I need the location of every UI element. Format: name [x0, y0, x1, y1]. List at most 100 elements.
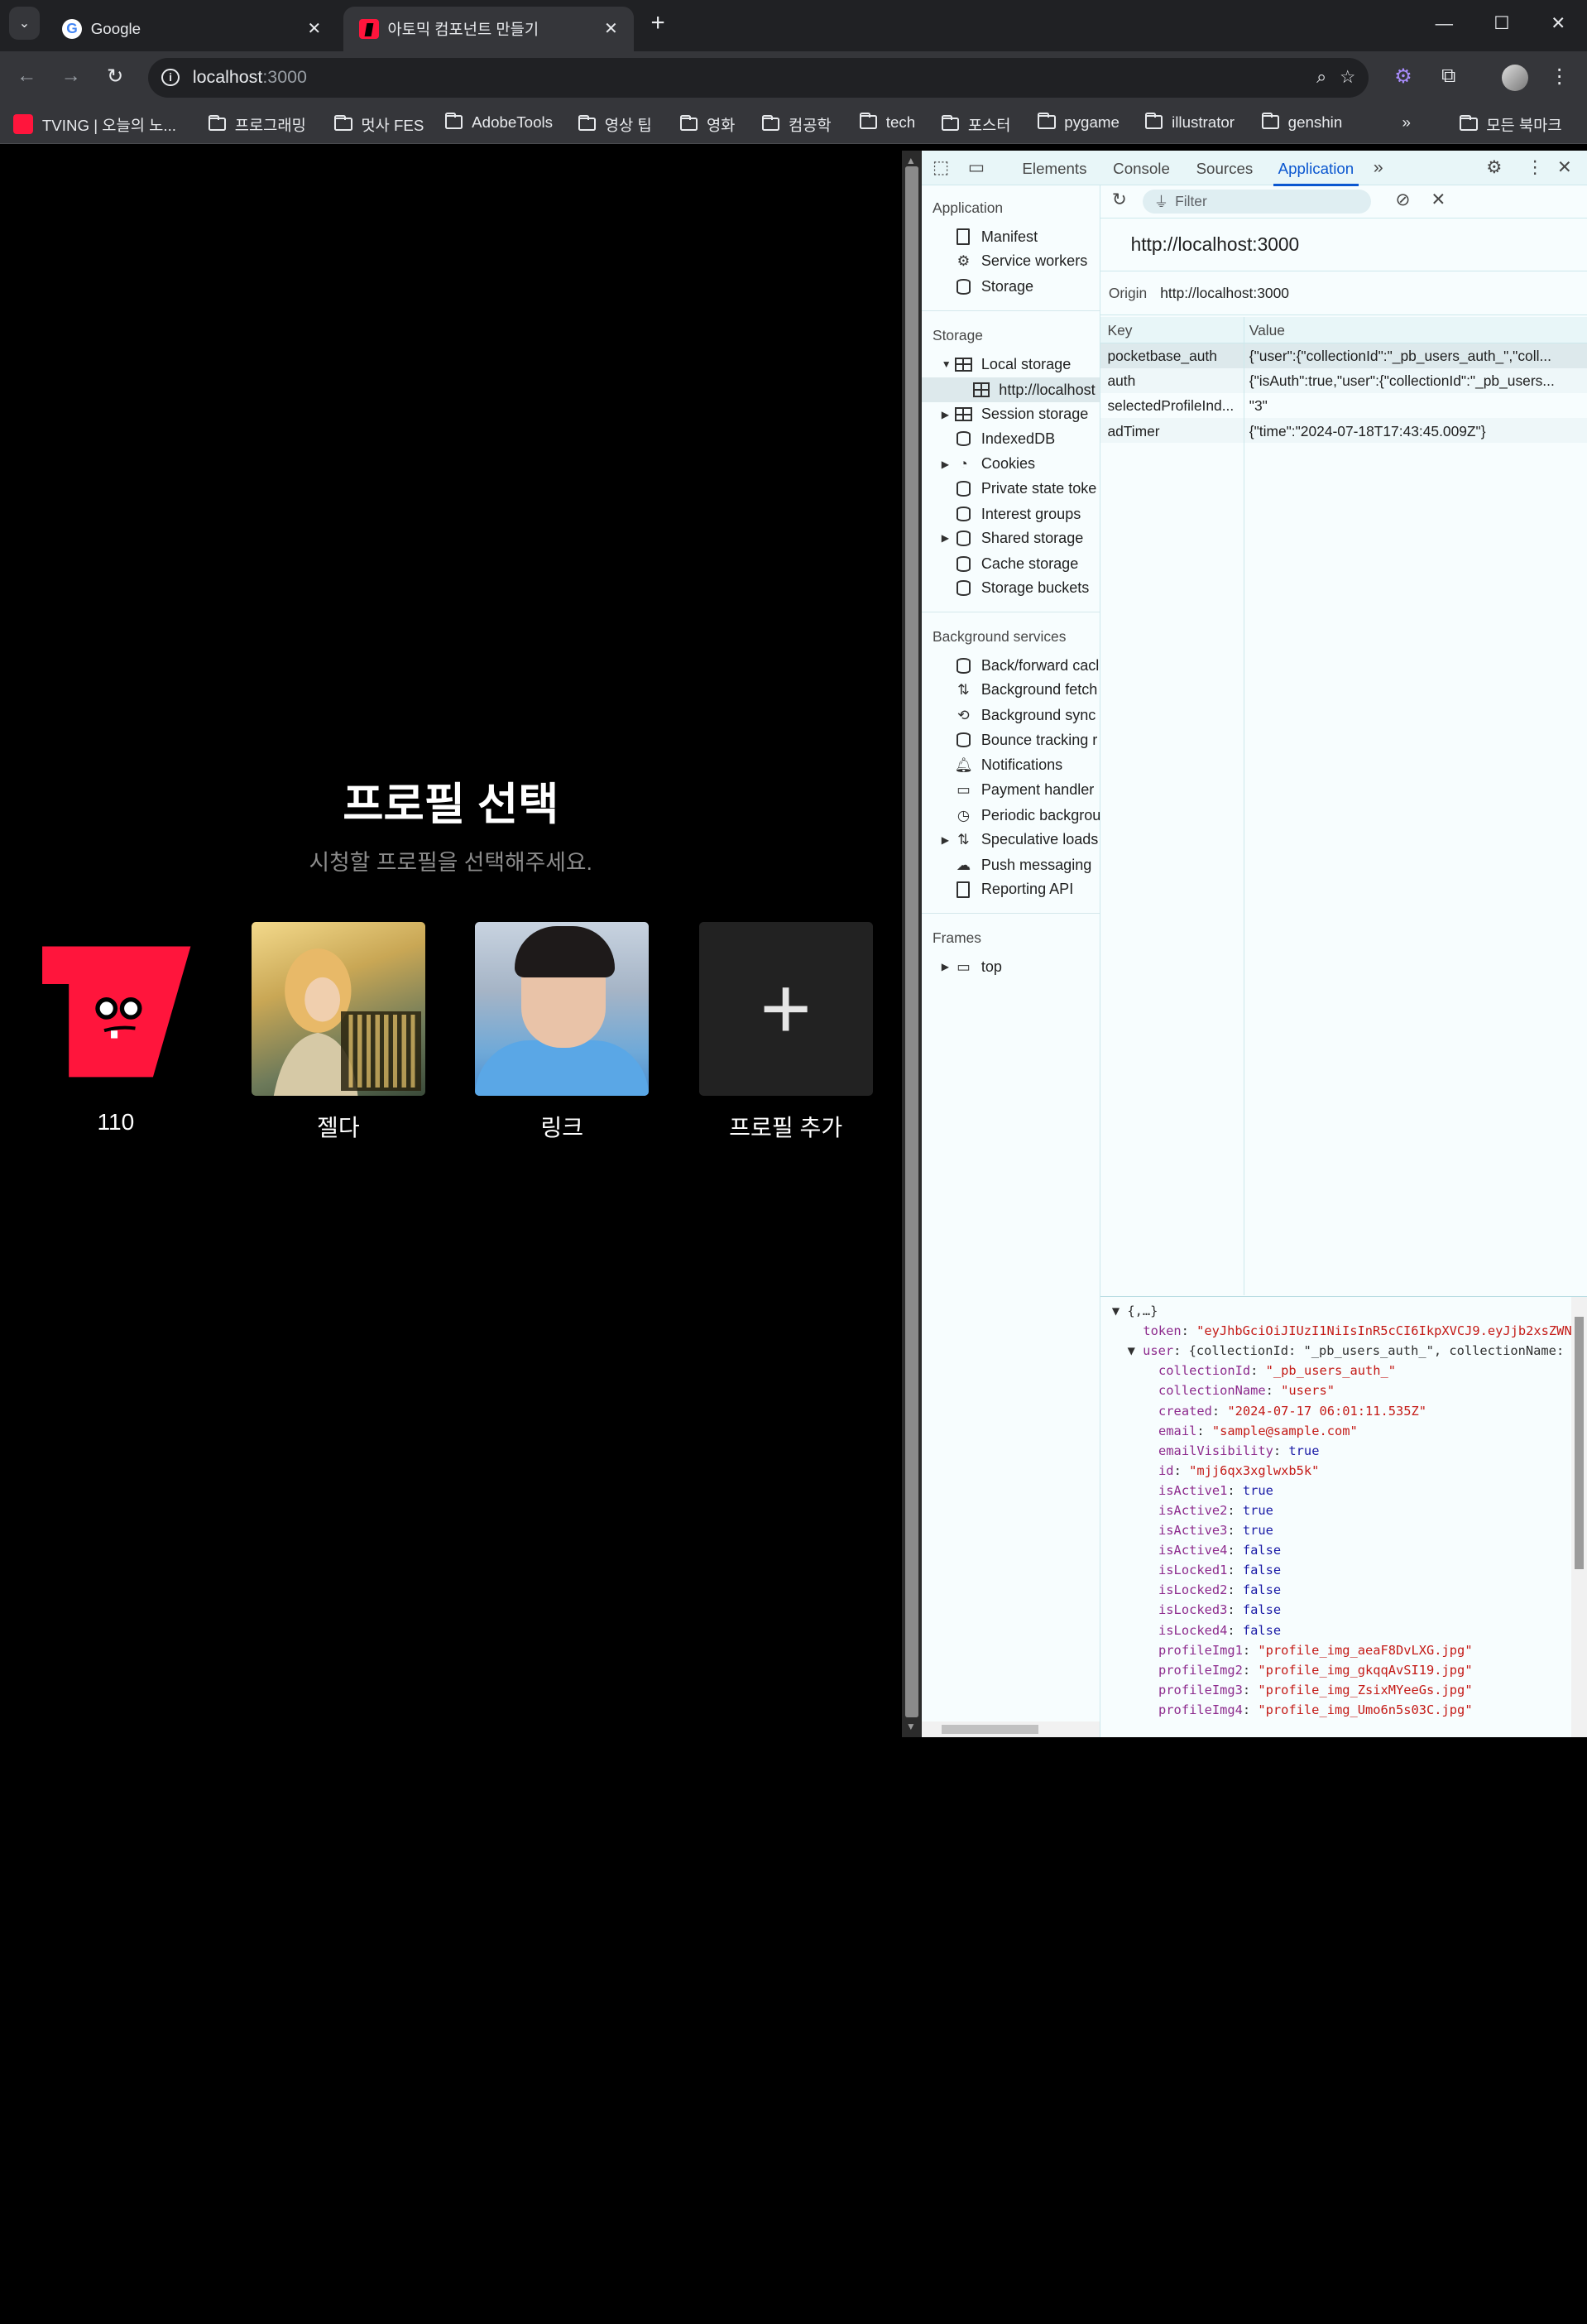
reload-icon[interactable]: ↻ [102, 65, 128, 89]
close-tab-icon[interactable]: ✕ [307, 18, 321, 39]
profile-card-110[interactable]: 110 [29, 922, 203, 1136]
refresh-icon[interactable]: ↻ [1112, 190, 1127, 210]
device-toolbar-icon[interactable]: ▭ [968, 157, 985, 178]
sidebar-item-cache-storage[interactable]: Cache storage [955, 555, 1078, 573]
add-profile-button[interactable]: + 프로필 추가 [698, 921, 873, 1143]
more-tabs-icon[interactable]: » [1374, 157, 1383, 178]
table-row[interactable]: auth {"isAuth":true,"user":{"collectionId… [1100, 368, 1587, 394]
site-info-icon[interactable]: i [161, 68, 180, 87]
sidebar-item-bounce-tracking[interactable]: Bounce tracking r [955, 731, 1097, 748]
bookmark-folder[interactable]: tech [859, 113, 915, 132]
table-row[interactable]: pocketbase_auth {"user":{"collectionId":"… [1100, 343, 1587, 369]
collapsed-triangle-icon[interactable]: ▶ [942, 532, 949, 544]
extensions-puzzle-icon[interactable]: ⧉ [1436, 65, 1462, 88]
sidebar-item-service-workers[interactable]: ⚙ Service workers [955, 252, 1088, 270]
new-tab-button[interactable]: + [645, 9, 671, 37]
sidebar-item-manifest[interactable]: Manifest [955, 228, 1038, 246]
bookmark-folder[interactable]: AdobeTools [445, 113, 553, 132]
sidebar-item-speculative-loads[interactable]: ▶ ⇅ Speculative loads [942, 831, 1099, 848]
bookmark-folder[interactable]: 멋사 FES [334, 113, 424, 136]
close-devtools-icon[interactable]: ✕ [1557, 157, 1572, 178]
scroll-down-icon[interactable]: ▼ [906, 1721, 916, 1732]
bookmark-star-icon[interactable]: ☆ [1340, 67, 1355, 88]
sidebar-item-back-forward-cache[interactable]: Back/forward cacl [955, 657, 1099, 675]
back-icon[interactable]: ← [13, 65, 40, 88]
sidebar-item-storage-buckets[interactable]: Storage buckets [955, 579, 1089, 597]
column-header-value[interactable]: Value [1249, 322, 1285, 339]
minimize-icon[interactable]: — [1431, 13, 1457, 34]
tab-google[interactable]: G Google ✕ [46, 7, 337, 51]
sidebar-item-local-storage[interactable]: ▼ Local storage [942, 356, 1072, 373]
scrollbar-thumb[interactable] [1575, 1317, 1585, 1570]
filter-input[interactable]: ⏚ Filter [1143, 189, 1372, 214]
scroll-up-icon[interactable]: ▲ [906, 155, 916, 166]
preview-scrollbar[interactable] [1571, 1297, 1587, 1737]
bookmark-folder[interactable]: 영상 팁 [578, 113, 652, 136]
bookmark-folder[interactable]: 컴공학 [761, 113, 832, 136]
sidebar-item-cookies[interactable]: ▶ ◔ Cookies [942, 455, 1035, 473]
bookmark-folder[interactable]: 포스터 [941, 113, 1011, 136]
tab-console[interactable]: Console [1113, 160, 1170, 178]
sidebar-horizontal-scrollbar[interactable] [921, 1721, 1100, 1737]
tab-elements[interactable]: Elements [1022, 160, 1086, 178]
address-bar[interactable]: i localhost:3000 ⌕ ☆ [148, 57, 1369, 98]
more-bookmarks-button[interactable]: » [1402, 113, 1411, 132]
sidebar-item-interest-groups[interactable]: Interest groups [955, 505, 1081, 522]
tab-sources[interactable]: Sources [1196, 160, 1254, 178]
column-header-key[interactable]: Key [1107, 322, 1132, 339]
menu-kebab-icon[interactable]: ⋮ [1546, 65, 1573, 89]
url-text[interactable]: localhost:3000 [193, 67, 1303, 88]
table-row[interactable]: selectedProfileInd... "3" [1100, 393, 1587, 418]
expanded-triangle-icon[interactable]: ▼ [942, 358, 952, 370]
sidebar-item-indexeddb[interactable]: IndexedDB [955, 430, 1055, 447]
collapsed-triangle-icon[interactable]: ▶ [942, 961, 949, 972]
collapsed-triangle-icon[interactable]: ▶ [942, 459, 949, 470]
bookmark-folder[interactable]: illustrator [1144, 113, 1235, 132]
sidebar-item-payment-handler[interactable]: ▭ Payment handler [955, 781, 1094, 799]
profile-card-link[interactable]: 링크 [475, 921, 650, 1143]
all-bookmarks-folder[interactable]: 모든 북마크 [1460, 113, 1562, 136]
preview-key: collectionId [1158, 1363, 1251, 1379]
sidebar-item-push-messaging[interactable]: ☁ Push messaging [955, 857, 1092, 874]
close-tab-icon[interactable]: ✕ [604, 18, 618, 39]
close-window-icon[interactable]: ✕ [1545, 13, 1571, 34]
sidebar-item-background-fetch[interactable]: ⇅ Background fetch [955, 681, 1097, 699]
clear-all-icon[interactable]: ⊘ [1395, 190, 1410, 210]
sidebar-item-localhost[interactable]: http://localhost [921, 377, 1100, 402]
delete-selected-icon[interactable]: ✕ [1431, 190, 1446, 210]
maximize-icon[interactable]: ☐ [1489, 13, 1515, 34]
sidebar-item-session-storage[interactable]: ▶ Session storage [942, 406, 1089, 423]
sidebar-item-reporting-api[interactable]: Reporting API [955, 881, 1073, 898]
table-row[interactable]: adTimer {"time":"2024-07-18T17:43:45.009Z… [1100, 418, 1587, 444]
page-scrollbar[interactable]: ▲ ▼ [901, 151, 922, 1737]
bookmark-folder[interactable]: pygame [1038, 113, 1120, 132]
more-options-icon[interactable]: ⋮ [1526, 157, 1543, 178]
preview-user-line[interactable]: ▼ user: {collectionId: "_pb_users_auth_"… [1128, 1343, 1580, 1358]
sidebar-item-background-sync[interactable]: ⟲ Background sync [955, 707, 1096, 724]
sidebar-item-periodic-background-sync[interactable]: ◷ Periodic backgrou [955, 806, 1100, 823]
inspect-element-icon[interactable]: ⬚ [933, 157, 949, 178]
sidebar-item-shared-storage[interactable]: ▶ Shared storage [942, 530, 1084, 547]
sidebar-item-storage[interactable]: Storage [955, 278, 1033, 295]
bookmark-folder[interactable]: 프로그래밍 [208, 113, 306, 136]
bookmark-folder[interactable]: 영화 [679, 113, 735, 136]
settings-gear-icon[interactable]: ⚙ [1486, 157, 1502, 178]
profile-avatar[interactable] [1502, 64, 1529, 91]
zoom-icon[interactable]: ⌕ [1316, 67, 1326, 88]
tab-atomic-component[interactable]: 아토믹 컴포넌트 만들기 ✕ [343, 7, 634, 51]
collapsed-triangle-icon[interactable]: ▶ [942, 834, 949, 846]
bookmark-tving[interactable]: TVING | 오늘의 노... [13, 113, 176, 136]
sidebar-item-private-state-tokens[interactable]: Private state toke [955, 480, 1096, 497]
scrollbar-thumb[interactable] [904, 166, 918, 1717]
preview-root[interactable]: ▼ {,…} [1112, 1304, 1158, 1318]
profile-card-zelda[interactable]: 젤다 [251, 921, 425, 1143]
forward-icon[interactable]: → [58, 65, 84, 88]
tab-application[interactable]: Application [1273, 160, 1359, 187]
scrollbar-thumb[interactable] [941, 1725, 1039, 1734]
tab-search-button[interactable]: ⌄ [8, 7, 41, 41]
sidebar-item-notifications[interactable]: 🔔︎ Notifications [954, 756, 1062, 774]
sidebar-item-frame-top[interactable]: ▶ ▭ top [942, 958, 1002, 976]
collapsed-triangle-icon[interactable]: ▶ [942, 409, 949, 420]
extension-gear-icon[interactable]: ⚙ [1390, 65, 1417, 89]
bookmark-folder[interactable]: genshin [1261, 113, 1342, 132]
